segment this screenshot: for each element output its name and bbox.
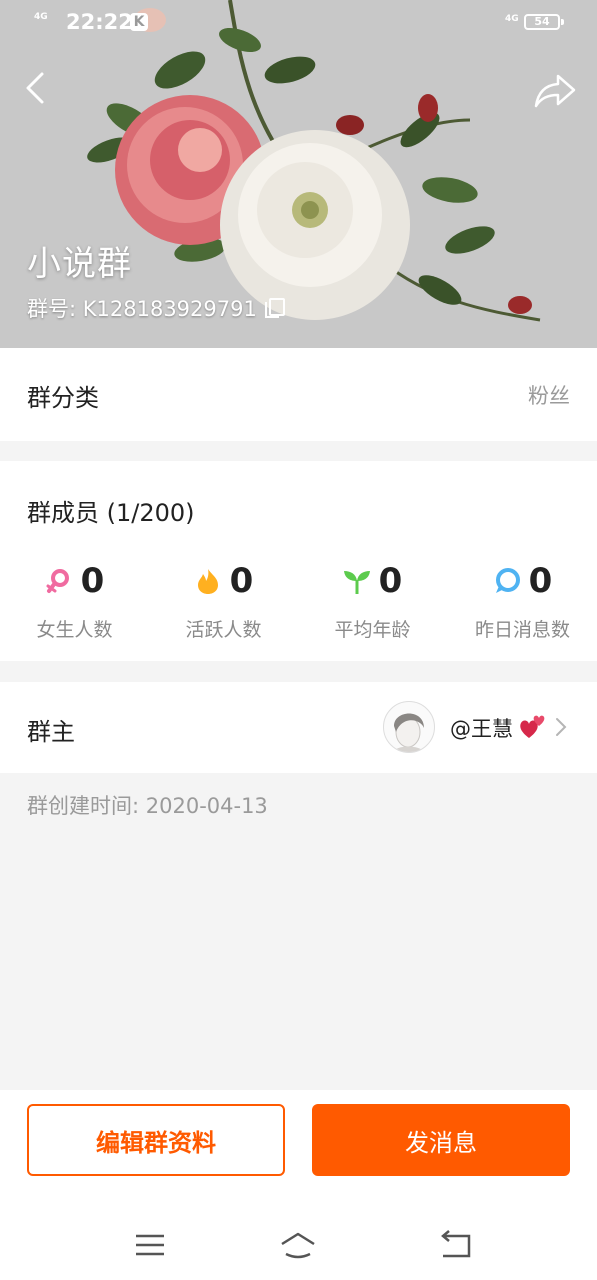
app-notification-icon: K bbox=[130, 13, 148, 31]
hearts-icon bbox=[520, 715, 545, 738]
copy-icon[interactable] bbox=[264, 298, 285, 318]
category-value: 粉丝 bbox=[528, 384, 570, 408]
return-icon[interactable] bbox=[435, 1228, 475, 1262]
back-arrow-icon[interactable] bbox=[20, 68, 50, 108]
group-name: 小说群 bbox=[27, 244, 132, 284]
send-message-button[interactable]: 发消息 bbox=[312, 1104, 570, 1176]
group-id: 群号: K128183929791 bbox=[27, 297, 257, 321]
status-bar: 4G 22:22 K 4G 54 bbox=[0, 0, 597, 46]
group-owner-row[interactable]: 群主 @王慧 bbox=[0, 682, 597, 773]
chevron-right-icon bbox=[556, 718, 567, 736]
edit-group-info-button[interactable]: 编辑群资料 bbox=[27, 1104, 285, 1176]
stat-average-age: 0 平均年龄 bbox=[298, 559, 447, 649]
action-bar: 编辑群资料 发消息 bbox=[0, 1090, 597, 1210]
stat-label: 平均年龄 bbox=[334, 619, 411, 641]
category-label: 群分类 bbox=[27, 384, 99, 412]
stat-value: 0 bbox=[229, 561, 254, 601]
stat-active-count: 0 活跃人数 bbox=[149, 559, 298, 649]
stat-yesterday-messages: 0 昨日消息数 bbox=[448, 559, 597, 649]
member-stats: 0 女生人数 0 活跃人数 0 平均年龄 0 昨日消息数 bbox=[0, 559, 597, 649]
group-id-row: 群号: K128183929791 bbox=[27, 294, 285, 322]
system-navigation-bar bbox=[0, 1210, 597, 1280]
status-time: 22:22 bbox=[66, 10, 133, 34]
network-type: 4G bbox=[505, 14, 519, 24]
flame-icon bbox=[197, 569, 218, 594]
stat-value: 0 bbox=[80, 561, 105, 601]
home-icon[interactable] bbox=[278, 1228, 318, 1262]
signal-indicator: 4G bbox=[34, 12, 48, 22]
female-icon bbox=[46, 569, 69, 593]
stat-label: 女生人数 bbox=[36, 619, 113, 641]
stat-female-count: 0 女生人数 bbox=[0, 559, 149, 649]
battery-icon: 54 bbox=[524, 14, 564, 30]
stat-label: 昨日消息数 bbox=[474, 619, 570, 641]
share-icon[interactable] bbox=[532, 70, 578, 110]
owner-avatar[interactable] bbox=[383, 701, 435, 753]
menu-icon[interactable] bbox=[130, 1228, 170, 1262]
members-title: 群成员 (1/200) bbox=[27, 499, 195, 527]
group-header: 4G 22:22 K 4G 54 小说群 群号: K128183929791 bbox=[0, 0, 597, 348]
group-members-section[interactable]: 群成员 (1/200) 0 女生人数 0 活跃人数 0 平均年龄 0 昨日消息数 bbox=[0, 461, 597, 661]
group-category-row[interactable]: 群分类 粉丝 bbox=[0, 348, 597, 441]
chat-bubble-icon bbox=[495, 568, 520, 593]
stat-value: 0 bbox=[378, 561, 403, 601]
stat-value: 0 bbox=[528, 561, 553, 601]
group-created-date: 群创建时间: 2020-04-13 bbox=[27, 794, 268, 818]
sprout-icon bbox=[343, 571, 370, 594]
stat-label: 活跃人数 bbox=[185, 619, 262, 641]
owner-label: 群主 bbox=[27, 718, 75, 746]
owner-name: @王慧 bbox=[450, 717, 513, 741]
